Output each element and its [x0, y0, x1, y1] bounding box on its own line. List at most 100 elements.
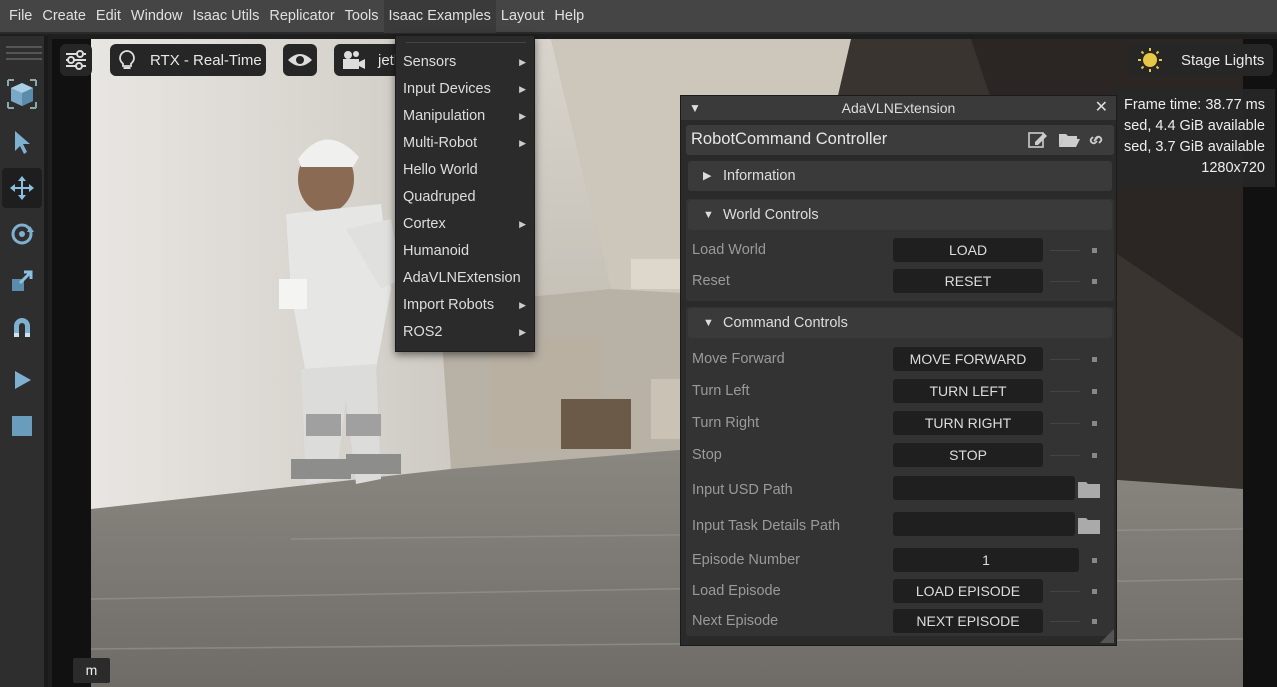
menu-layout[interactable]: Layout	[496, 0, 550, 33]
reset-button[interactable]: RESET	[893, 269, 1043, 293]
close-icon[interactable]: ✕	[1095, 96, 1108, 120]
stage-lights-selector[interactable]: Stage Lights	[1129, 44, 1273, 76]
controller-title: RobotCommand Controller	[691, 130, 888, 148]
play-icon[interactable]	[2, 360, 42, 400]
menu-item-cortex[interactable]: Cortex ▶	[396, 211, 534, 238]
submenu-arrow-icon: ▶	[519, 327, 526, 337]
menu-file[interactable]: File	[4, 0, 37, 33]
world-controls-section: ▼ World Controls Load World LOAD Reset R…	[686, 199, 1114, 301]
menu-replicator[interactable]: Replicator	[264, 0, 339, 33]
menu-tools[interactable]: Tools	[340, 0, 384, 33]
menu-item-ros2[interactable]: ROS2 ▶	[396, 319, 534, 346]
section-world-controls-label: World Controls	[723, 207, 819, 223]
turn-right-label: Turn Right	[692, 415, 760, 431]
link-icon[interactable]	[1087, 130, 1105, 150]
resize-grip-icon[interactable]	[1100, 629, 1114, 643]
next-episode-button[interactable]: NEXT EPISODE	[893, 609, 1043, 633]
menu-item-humanoid[interactable]: Humanoid	[396, 238, 534, 265]
window-title: AdaVLNExtension	[841, 100, 956, 116]
menu-item-manipulation[interactable]: Manipulation ▶	[396, 103, 534, 130]
menu-edit[interactable]: Edit	[91, 0, 126, 33]
open-folder-icon[interactable]	[1057, 130, 1081, 150]
menu-item-multi-robot[interactable]: Multi-Robot ▶	[396, 130, 534, 157]
submenu-arrow-icon: ▶	[519, 57, 526, 67]
collapse-window-icon[interactable]: ▼	[689, 96, 701, 120]
menu-item-quadruped[interactable]: Quadruped	[396, 184, 534, 211]
stop-button[interactable]: STOP	[893, 443, 1043, 467]
eye-icon	[288, 54, 312, 66]
row-divider	[1050, 621, 1080, 622]
expand-arrow-icon: ▶	[703, 170, 712, 182]
viewport-settings-button[interactable]	[60, 44, 92, 76]
turn-left-button[interactable]: TURN LEFT	[893, 379, 1043, 403]
toolbar-grip[interactable]	[6, 52, 42, 54]
window-title-bar[interactable]: ▼ AdaVLNExtension ✕	[681, 96, 1116, 120]
menu-isaac-examples[interactable]: Isaac Examples	[383, 0, 496, 33]
collapse-arrow-icon: ▼	[703, 209, 714, 221]
menu-bar: File Create Edit Window Isaac Utils Repl…	[0, 0, 1277, 34]
row-divider	[1050, 455, 1080, 456]
row-indicator	[1092, 619, 1097, 624]
adavln-extension-window: ▼ AdaVLNExtension ✕ RobotCommand Control…	[680, 95, 1117, 646]
folder-icon[interactable]	[1077, 479, 1101, 499]
folder-icon[interactable]	[1077, 515, 1101, 535]
task-path-input[interactable]	[893, 512, 1075, 536]
sliders-icon	[66, 50, 86, 70]
section-information[interactable]: ▶ Information	[688, 161, 1112, 191]
rotate-tool-icon[interactable]	[2, 214, 42, 254]
row-indicator	[1092, 357, 1097, 362]
stop-icon[interactable]	[2, 406, 42, 446]
load-button[interactable]: LOAD	[893, 238, 1043, 262]
usd-path-input[interactable]	[893, 476, 1075, 500]
isaac-examples-dropdown: Sensors ▶ Input Devices ▶ Manipulation ▶ Mu…	[395, 35, 535, 352]
menu-item-adavlnextension[interactable]: AdaVLNExtension	[396, 265, 534, 292]
episode-number-label: Episode Number	[692, 552, 800, 568]
row-divider	[1050, 281, 1080, 282]
menu-window[interactable]: Window	[126, 0, 188, 33]
menu-create[interactable]: Create	[37, 0, 91, 33]
row-indicator	[1092, 389, 1097, 394]
episode-number-field[interactable]: 1	[893, 548, 1079, 572]
stage-lights-label: Stage Lights	[1181, 51, 1265, 69]
menu-divider	[406, 42, 526, 43]
move-forward-button[interactable]: MOVE FORWARD	[893, 347, 1043, 371]
menu-item-sensors[interactable]: Sensors ▶	[396, 49, 534, 76]
row-divider	[1050, 250, 1080, 251]
snap-magnet-icon[interactable]	[2, 308, 42, 348]
toolbar-grip[interactable]	[6, 46, 42, 48]
menu-item-hello-world[interactable]: Hello World	[396, 157, 534, 184]
row-indicator	[1092, 248, 1097, 253]
create-cube-icon[interactable]	[2, 74, 42, 114]
frame-time-text: Frame time: 38.77 ms	[1123, 97, 1265, 113]
row-divider	[1050, 359, 1080, 360]
move-forward-label: Move Forward	[692, 351, 785, 367]
stop-label: Stop	[692, 447, 722, 463]
move-tool-icon[interactable]	[2, 168, 42, 208]
scale-tool-icon[interactable]	[2, 261, 42, 301]
collapse-arrow-icon: ▼	[703, 317, 714, 329]
menu-isaac-utils[interactable]: Isaac Utils	[187, 0, 264, 33]
hotkey-badge[interactable]: m	[73, 658, 110, 683]
load-episode-label: Load Episode	[692, 583, 781, 599]
menu-item-import-robots[interactable]: Import Robots ▶	[396, 292, 534, 319]
row-indicator	[1092, 453, 1097, 458]
stats-overlay: Frame time: 38.77 ms sed, 4.4 GiB availa…	[1112, 89, 1275, 187]
command-controls-section: ▼ Command Controls Move Forward MOVE FOR…	[686, 307, 1114, 636]
visibility-button[interactable]	[283, 44, 317, 76]
row-indicator	[1092, 421, 1097, 426]
row-indicator	[1092, 558, 1097, 563]
section-command-controls[interactable]: ▼ Command Controls	[688, 308, 1112, 338]
row-divider	[1050, 591, 1080, 592]
turn-right-button[interactable]: TURN RIGHT	[893, 411, 1043, 435]
load-episode-button[interactable]: LOAD EPISODE	[893, 579, 1043, 603]
toolbar-grip[interactable]	[6, 58, 42, 60]
controller-header: RobotCommand Controller	[686, 125, 1114, 155]
camera-selector[interactable]: jetl	[334, 44, 404, 76]
section-information-label: Information	[723, 168, 796, 184]
renderer-selector[interactable]: RTX - Real-Time	[110, 44, 266, 76]
edit-icon[interactable]	[1027, 130, 1049, 150]
menu-help[interactable]: Help	[549, 0, 589, 33]
select-arrow-icon[interactable]	[2, 122, 42, 162]
menu-item-input-devices[interactable]: Input Devices ▶	[396, 76, 534, 103]
section-world-controls[interactable]: ▼ World Controls	[688, 200, 1112, 230]
